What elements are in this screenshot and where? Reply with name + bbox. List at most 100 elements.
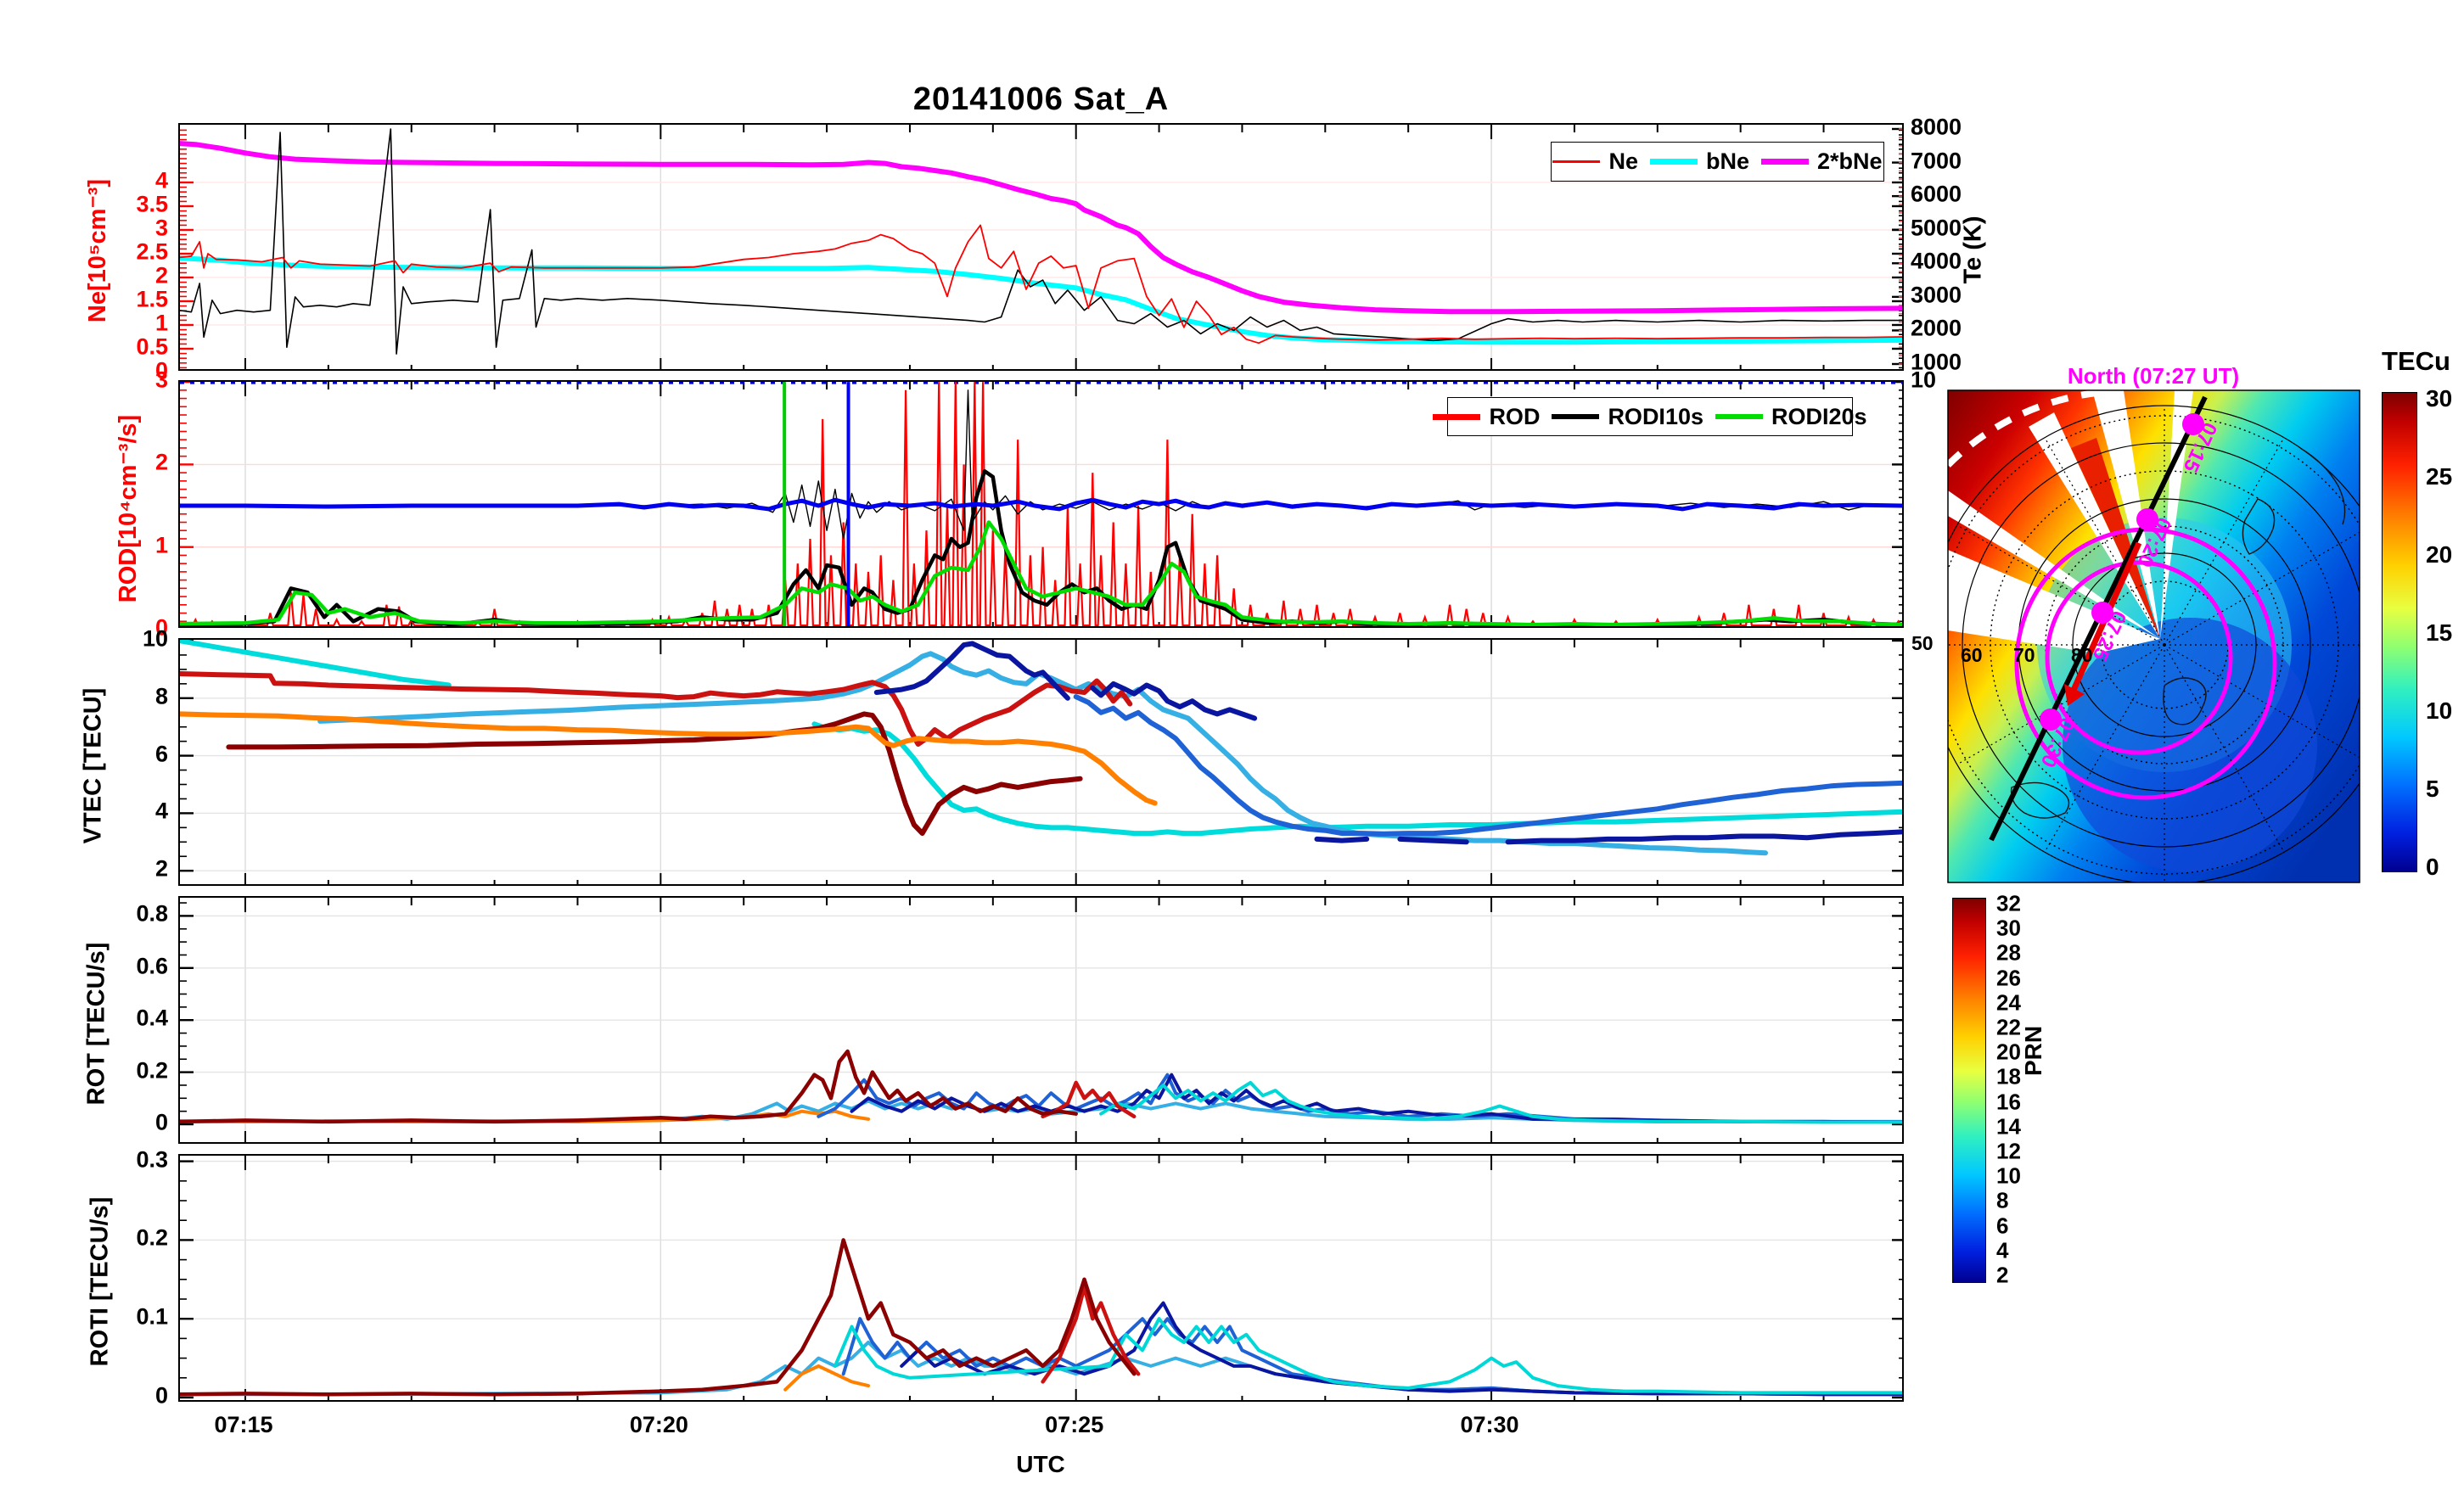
tecu-tick: 30 bbox=[2426, 385, 2453, 412]
tecu-tick: 20 bbox=[2426, 541, 2453, 568]
prn-tick: 6 bbox=[1996, 1213, 2009, 1239]
lat-label: 80 bbox=[2071, 644, 2093, 666]
series-VTEC-navy bbox=[1314, 836, 1370, 843]
legend-item: RODI20s bbox=[1715, 404, 1867, 430]
ne-ytick: 1.5 bbox=[136, 286, 168, 312]
series-VTEC-orange bbox=[180, 711, 1158, 806]
prn-tick: 20 bbox=[1996, 1039, 2021, 1065]
map-title: North (07:27 UT) bbox=[2068, 363, 2239, 389]
prn-tick: 24 bbox=[1996, 989, 2021, 1016]
tecu-tick: 25 bbox=[2426, 463, 2453, 490]
x-tick-label: 07:30 bbox=[1460, 1412, 1519, 1437]
prn-tick: 18 bbox=[1996, 1063, 2021, 1089]
ne-ytick: 1 bbox=[154, 310, 168, 336]
rot-ytick: 0 bbox=[154, 1109, 168, 1135]
figure: 20141006 Sat_A Ne[10⁵cm⁻³] Te (K) ROD[10… bbox=[0, 0, 2464, 1490]
legend-line-sample bbox=[1761, 159, 1809, 165]
ne-ytick: 0.5 bbox=[136, 333, 168, 360]
legend-line-sample bbox=[1649, 159, 1698, 165]
rot-plot bbox=[180, 898, 1902, 1142]
legend-rod: ROD RODI10s RODI20s bbox=[1433, 397, 1867, 436]
rot-ytick: 0.4 bbox=[136, 1005, 168, 1031]
prn-colorbar bbox=[1952, 898, 1986, 1283]
legend-item: ROD bbox=[1433, 404, 1540, 430]
te-axis-label: Te (K) bbox=[1959, 216, 1987, 284]
prn-tick: 8 bbox=[1996, 1187, 2009, 1213]
legend-line-sample bbox=[1433, 413, 1481, 420]
rod-ytick: 1 bbox=[154, 532, 168, 558]
rod-ytick: 2 bbox=[154, 449, 168, 475]
te-ytick: 4000 bbox=[1911, 248, 1962, 274]
legend-item: RODI10s bbox=[1552, 404, 1703, 430]
series-bNe bbox=[180, 255, 1902, 345]
lat-label: 70 bbox=[2013, 644, 2035, 666]
legend-label: RODI20s bbox=[1771, 403, 1867, 429]
legend-line-sample bbox=[1715, 414, 1763, 419]
prn-tick: 16 bbox=[1996, 1089, 2021, 1115]
legend-item: 2*bNe bbox=[1761, 148, 1883, 175]
panel-vtec bbox=[178, 638, 1904, 886]
x-tick-label: 07:20 bbox=[629, 1412, 688, 1437]
vtec-ytick: 10 bbox=[142, 625, 168, 652]
series-ROD-blue bbox=[180, 497, 1902, 512]
prn-colorbar-label: PRN bbox=[2020, 1025, 2046, 1076]
legend-item: bNe bbox=[1649, 148, 1749, 175]
series-ROTI-orange bbox=[783, 1364, 870, 1392]
legend-label: RODI10s bbox=[1608, 403, 1703, 429]
prn-tick: 10 bbox=[1996, 1162, 2021, 1189]
rod-ytick: 3 bbox=[154, 367, 168, 393]
te-ytick: 6000 bbox=[1911, 181, 1962, 207]
rot-ytick: 0.6 bbox=[136, 953, 168, 979]
ne-ytick: 2 bbox=[154, 262, 168, 288]
polar-tec-map: 07:1507:2007:2507:30 50 60 70 80 North (07:27… bbox=[1911, 363, 2360, 883]
series-ROTI-cyan bbox=[833, 1317, 1902, 1395]
x-axis-label: UTC bbox=[1016, 1451, 1065, 1477]
roti-axis-label: ROTI [TECU/s] bbox=[86, 1196, 114, 1367]
prn-tick: 2 bbox=[1996, 1262, 2009, 1288]
series-ROTI-deepsky bbox=[180, 1341, 1902, 1397]
te-ytick: 3000 bbox=[1911, 282, 1962, 308]
tecu-tick: 0 bbox=[2426, 854, 2439, 880]
roti-ytick: 0 bbox=[154, 1382, 168, 1409]
ne-ytick: 4 bbox=[154, 167, 168, 193]
ne-ytick: 3.5 bbox=[136, 191, 168, 217]
series-ROT-navy bbox=[850, 1073, 1902, 1124]
map-content: 07:1507:2007:2507:30 bbox=[1948, 390, 2360, 882]
legend-ne: Ne bNe 2*bNe bbox=[1551, 142, 1884, 182]
rot-ytick: 0.8 bbox=[136, 900, 168, 927]
vtec-plot bbox=[180, 640, 1902, 884]
prn-tick: 28 bbox=[1996, 939, 2021, 966]
series-RODI10s bbox=[180, 468, 1902, 626]
series-VTEC-navy bbox=[1397, 836, 1469, 845]
roti-plot bbox=[180, 1156, 1902, 1400]
tecu-colorbar bbox=[2382, 392, 2417, 872]
lat-label: 60 bbox=[1961, 644, 1983, 666]
vtec-ytick: 8 bbox=[154, 683, 168, 709]
rot-ytick: 0.2 bbox=[136, 1057, 168, 1084]
legend-line-sample bbox=[1552, 160, 1601, 163]
tecu-tick: 5 bbox=[2426, 776, 2439, 802]
prn-tick: 4 bbox=[1996, 1237, 2009, 1263]
vtec-ytick: 6 bbox=[154, 741, 168, 767]
tecu-tick: 15 bbox=[2426, 619, 2453, 646]
vtec-ytick: 4 bbox=[154, 798, 168, 824]
prn-tick: 26 bbox=[1996, 965, 2021, 991]
legend-label: bNe bbox=[1705, 148, 1749, 174]
legend-label: 2*bNe bbox=[1817, 148, 1883, 174]
series-ROT-dodger bbox=[817, 1073, 1902, 1123]
vtec-ytick: 2 bbox=[154, 855, 168, 882]
roti-ytick: 0.1 bbox=[136, 1303, 168, 1330]
ne-ytick: 2.5 bbox=[136, 238, 168, 265]
prn-tick: 12 bbox=[1996, 1138, 2021, 1164]
ne-ytick: 3 bbox=[154, 215, 168, 241]
prn-tick: 22 bbox=[1996, 1014, 2021, 1040]
legend-label: ROD bbox=[1489, 403, 1541, 429]
x-tick-label: 07:15 bbox=[214, 1412, 273, 1437]
tecu-tick: 10 bbox=[2426, 697, 2453, 724]
legend-label: Ne bbox=[1608, 148, 1638, 174]
te-ytick: 7000 bbox=[1911, 148, 1962, 174]
te-ytick: 8000 bbox=[1911, 114, 1962, 140]
legend-line-sample bbox=[1552, 414, 1600, 419]
series-ROT-maroon bbox=[180, 1049, 1078, 1124]
figure-title: 20141006 Sat_A bbox=[912, 81, 1170, 117]
